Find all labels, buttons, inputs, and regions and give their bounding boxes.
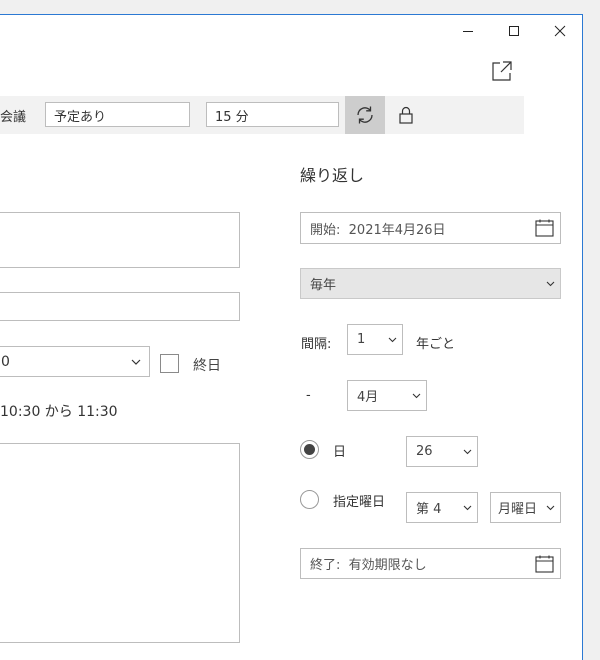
chevron-down-icon — [463, 505, 472, 510]
weekday-radio[interactable] — [300, 490, 319, 509]
frequency-select[interactable]: 毎年 — [300, 268, 561, 299]
calendar-icon — [535, 219, 554, 237]
maximize-button[interactable] — [491, 15, 537, 47]
all-day-checkbox[interactable] — [160, 354, 179, 373]
week-ordinal-select[interactable]: 第 4 — [406, 492, 478, 523]
start-date-text: 開始: 2021年4月26日 — [310, 219, 446, 238]
private-button[interactable] — [392, 96, 420, 134]
time-range-text: 10:30 から 11:30 — [0, 404, 118, 420]
notes-field[interactable] — [0, 443, 240, 643]
maximize-icon — [509, 26, 519, 36]
lock-icon — [399, 106, 413, 124]
event-toolbar: 会議 予定あり 15 分 — [0, 96, 524, 134]
weekday-select[interactable]: 月曜日 — [490, 492, 561, 523]
month-dash: - — [306, 388, 311, 403]
calendar-icon — [535, 555, 554, 573]
popout-icon — [492, 61, 512, 81]
chevron-down-icon — [131, 359, 141, 365]
repeat-icon — [357, 106, 373, 124]
recurrence-title: 繰り返し — [300, 166, 365, 185]
chevron-down-icon — [546, 505, 555, 510]
start-date-field[interactable]: 開始: 2021年4月26日 — [300, 212, 561, 244]
day-value: 26 — [416, 444, 433, 459]
chevron-down-icon — [463, 449, 472, 454]
day-radio[interactable] — [300, 440, 319, 459]
month-value: 4月 — [357, 390, 379, 405]
start-time-value: 0 — [1, 353, 10, 370]
start-date-value: 2021年4月26日 — [348, 222, 446, 238]
start-time-select[interactable]: 0 — [0, 346, 150, 377]
event-window: 会議 予定あり 15 分 0 終日 10:30 から 11:30 繰り返し 開始… — [0, 14, 583, 660]
minimize-button[interactable] — [445, 15, 491, 47]
interval-select[interactable]: 1 — [347, 324, 403, 355]
busy-status-field[interactable]: 予定あり — [45, 102, 190, 127]
chevron-down-icon — [412, 393, 421, 398]
close-icon — [554, 25, 566, 37]
end-label: 終了: — [310, 558, 341, 573]
reminder-field[interactable]: 15 分 — [206, 102, 339, 127]
all-day-label: 終日 — [193, 358, 221, 374]
weekday-value: 月曜日 — [498, 502, 538, 517]
weekday-label: 指定曜日 — [333, 495, 386, 510]
day-select[interactable]: 26 — [406, 436, 478, 467]
repeat-button[interactable] — [345, 96, 385, 134]
end-date-text: 終了: 有効期限なし — [310, 554, 427, 573]
chevron-down-icon — [388, 337, 397, 342]
popout-button[interactable] — [489, 58, 515, 84]
interval-unit: 年ごと — [416, 337, 456, 352]
interval-value: 1 — [357, 332, 366, 347]
end-date-field[interactable]: 終了: 有効期限なし — [300, 548, 561, 579]
month-select[interactable]: 4月 — [347, 380, 427, 411]
location-field[interactable] — [0, 212, 240, 268]
chevron-down-icon — [546, 281, 555, 286]
week-ordinal-value: 第 4 — [416, 502, 442, 517]
interval-label: 間隔: — [301, 337, 332, 352]
attendee-field[interactable] — [0, 292, 240, 321]
end-date-value: 有効期限なし — [348, 558, 427, 573]
start-label: 開始: — [310, 222, 341, 238]
day-label: 日 — [333, 445, 347, 460]
frequency-value: 毎年 — [310, 278, 337, 293]
close-button[interactable] — [537, 15, 583, 47]
meeting-label: 会議 — [0, 110, 27, 125]
minimize-icon — [463, 31, 473, 32]
